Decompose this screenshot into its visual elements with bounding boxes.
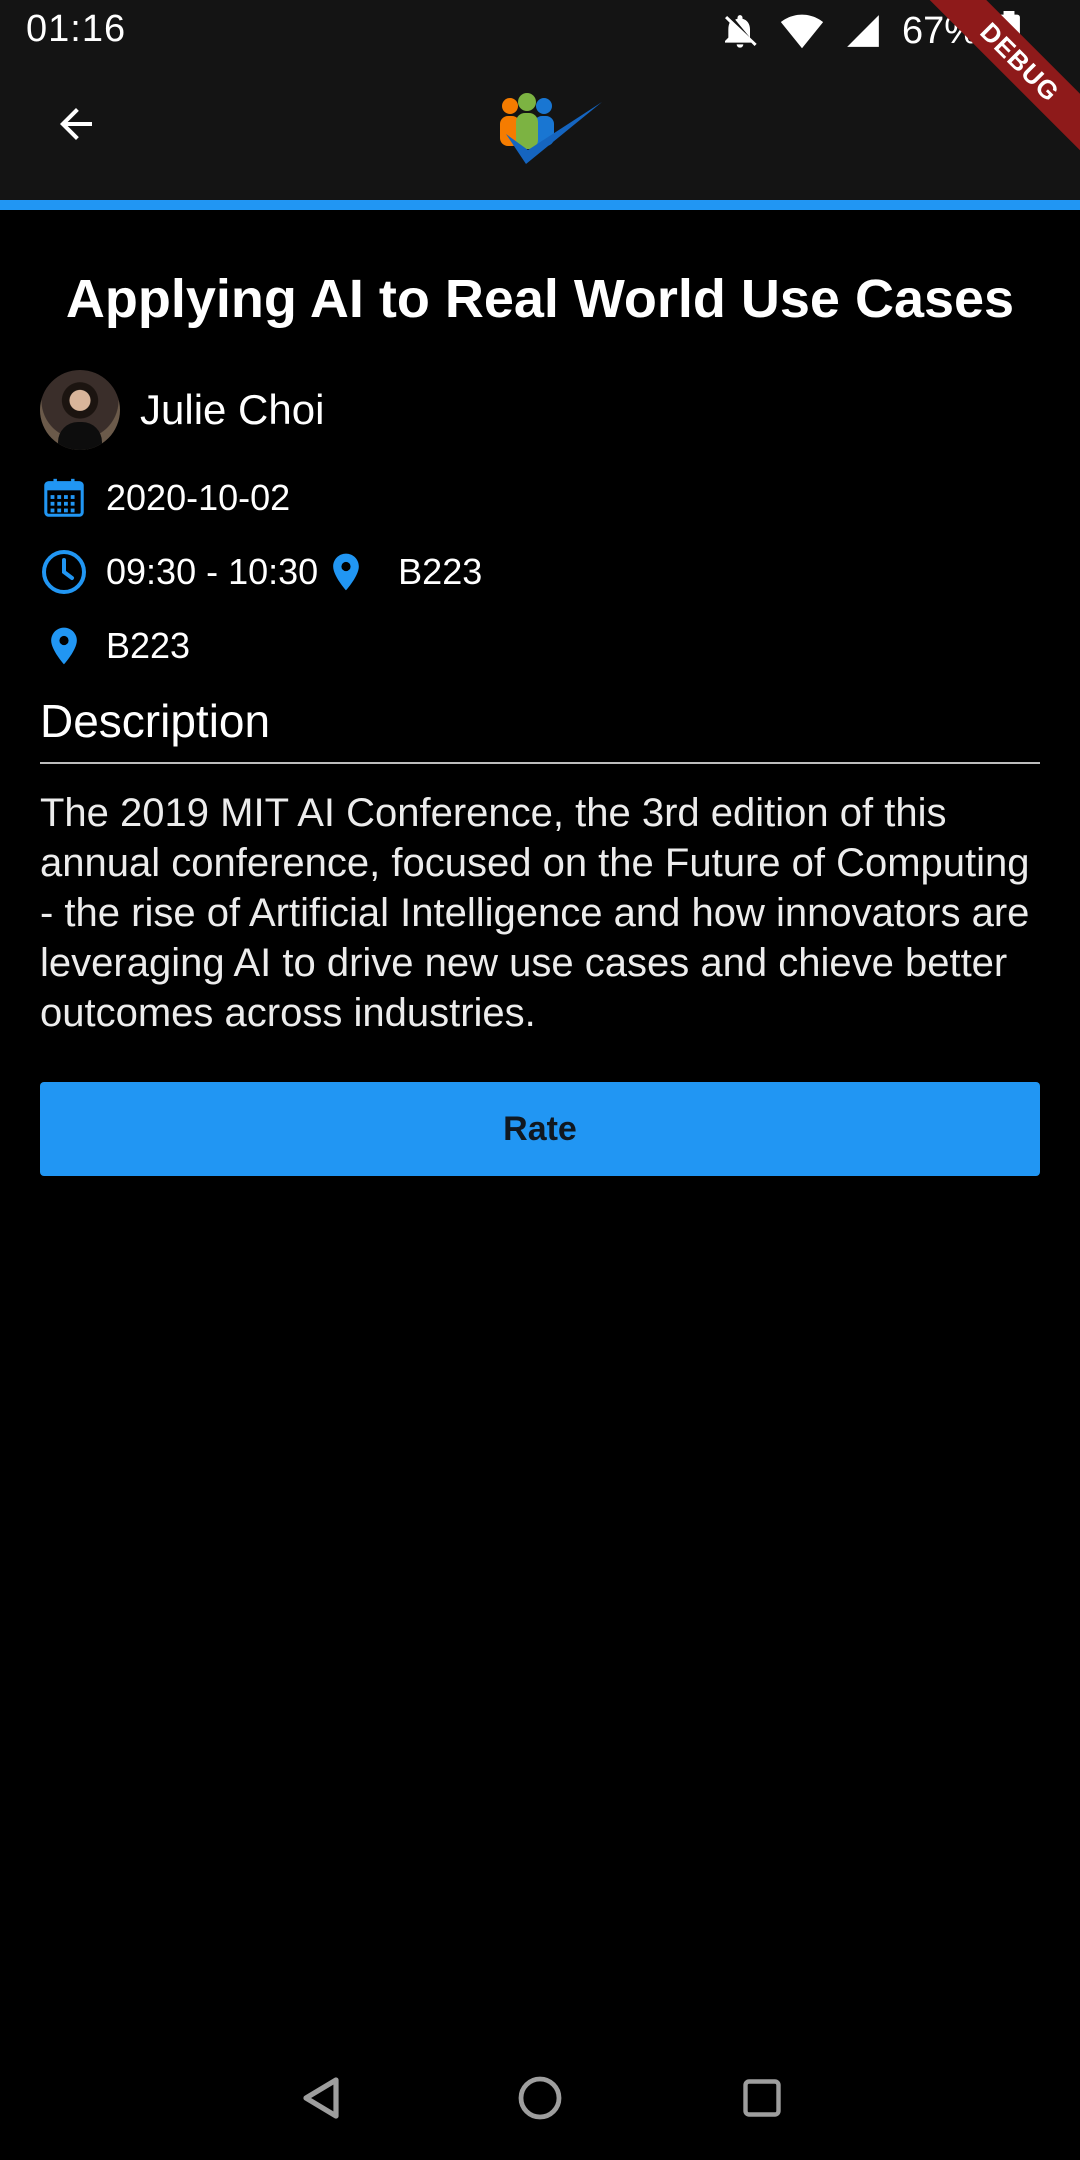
location-pin-icon	[322, 548, 370, 596]
date-row: 2020-10-02	[40, 470, 290, 526]
wifi-icon	[780, 11, 824, 51]
session-title: Applying AI to Real World Use Cases	[65, 269, 1015, 329]
nav-home-button[interactable]	[510, 2070, 570, 2130]
app-logo	[470, 72, 606, 190]
battery-icon	[998, 11, 1020, 51]
clock-icon	[40, 548, 88, 596]
app-bar-accent	[0, 200, 1080, 210]
rate-button[interactable]: Rate	[40, 1082, 1040, 1176]
room-inline: B223	[322, 548, 482, 596]
session-room: B223	[106, 625, 191, 666]
nav-recents-icon	[740, 2076, 784, 2125]
notifications-off-icon	[720, 11, 760, 51]
speaker-name[interactable]: Julie Choi	[140, 386, 324, 434]
back-button[interactable]	[40, 90, 112, 162]
nav-home-icon	[516, 2074, 564, 2127]
status-bar: 01:16 67%	[0, 0, 1080, 62]
room-row: B223	[40, 618, 190, 674]
location-pin-icon	[40, 622, 88, 670]
status-icons: 67%	[720, 8, 1020, 54]
status-time: 01:16	[26, 8, 127, 50]
calendar-icon	[40, 474, 88, 522]
time-row: 09:30 - 10:30 B223	[40, 544, 482, 600]
session-room-inline: B223	[398, 551, 483, 592]
speaker-row[interactable]: Julie Choi	[40, 370, 324, 450]
nav-recents-button[interactable]	[732, 2070, 792, 2130]
session-date: 2020-10-02	[106, 477, 291, 518]
battery-percent: 67%	[901, 9, 978, 52]
description-heading: Description	[40, 695, 271, 747]
nav-back-button[interactable]	[290, 2070, 350, 2130]
session-description: The 2019 MIT AI Conference, the 3rd edit…	[40, 791, 1030, 1035]
signal-icon	[844, 12, 882, 50]
description-divider	[40, 762, 1040, 764]
session-time: 09:30 - 10:30	[106, 551, 319, 592]
nav-back-icon	[298, 2074, 342, 2127]
arrow-back-icon	[52, 100, 100, 153]
speaker-avatar[interactable]	[40, 370, 120, 450]
